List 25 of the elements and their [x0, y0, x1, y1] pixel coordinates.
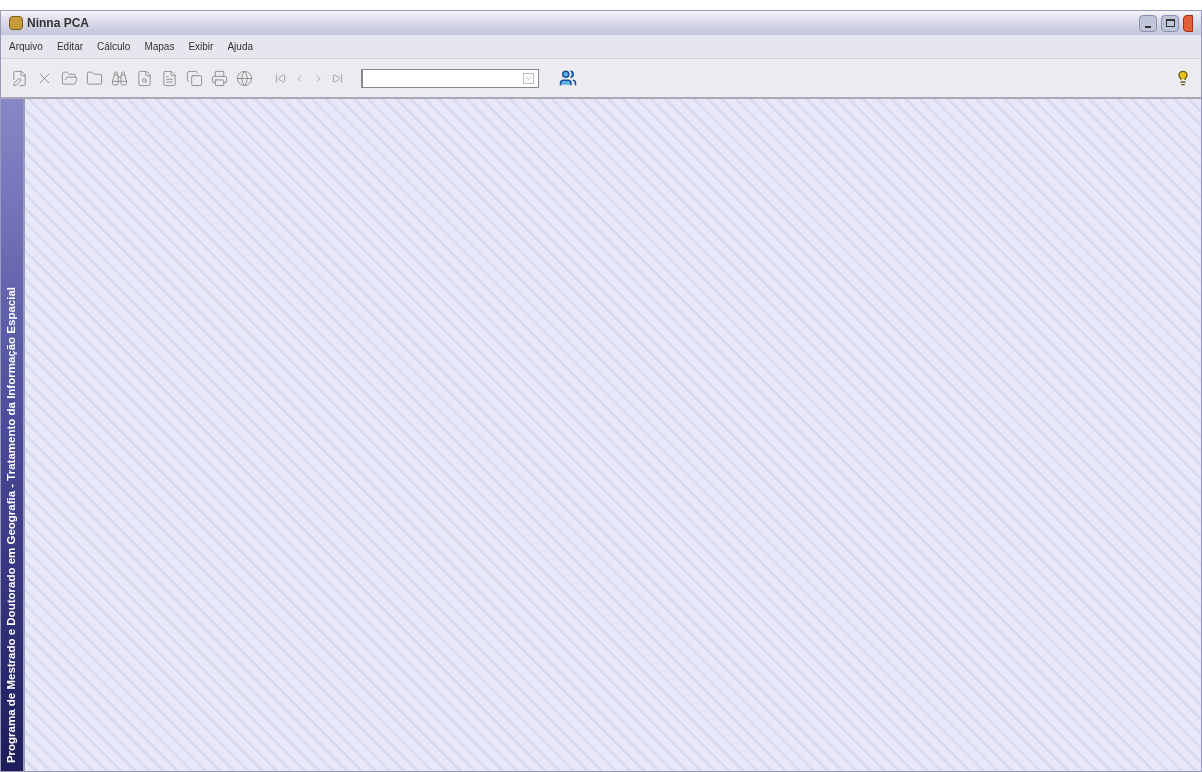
combo-box[interactable] [361, 68, 539, 88]
dropdown-icon[interactable] [523, 72, 534, 84]
printer-icon[interactable] [211, 69, 228, 87]
open-folder-icon[interactable] [61, 69, 78, 87]
window-title: Ninna PCA [27, 15, 89, 32]
maximize-button[interactable] [1161, 14, 1179, 32]
folder-icon[interactable] [86, 69, 103, 87]
copy-icon[interactable] [186, 69, 203, 87]
first-record-icon[interactable] [275, 72, 286, 84]
last-record-icon[interactable] [332, 72, 343, 84]
menu-item[interactable]: Exibir [188, 39, 214, 54]
menu-item[interactable]: Arquivo [9, 39, 43, 54]
file-search-icon[interactable] [136, 69, 153, 87]
edit-file-icon[interactable] [11, 69, 28, 87]
lightbulb-icon[interactable] [1175, 70, 1191, 86]
people-icon[interactable] [559, 69, 577, 87]
sidebar-text: Programa de Mestrado e Doutorado em Geografia - Tratamento da Informação Espacial [4, 286, 19, 763]
globe-icon[interactable] [236, 69, 253, 87]
minimize-button[interactable] [1139, 14, 1157, 32]
menu-item[interactable]: Ajuda [227, 39, 253, 54]
menu-item[interactable]: Editar [56, 39, 84, 54]
document-icon[interactable] [161, 69, 178, 87]
menu-item[interactable]: Cálculo [97, 39, 131, 54]
binoculars-icon[interactable] [111, 69, 128, 87]
menu-item[interactable]: Mapas [144, 39, 175, 54]
